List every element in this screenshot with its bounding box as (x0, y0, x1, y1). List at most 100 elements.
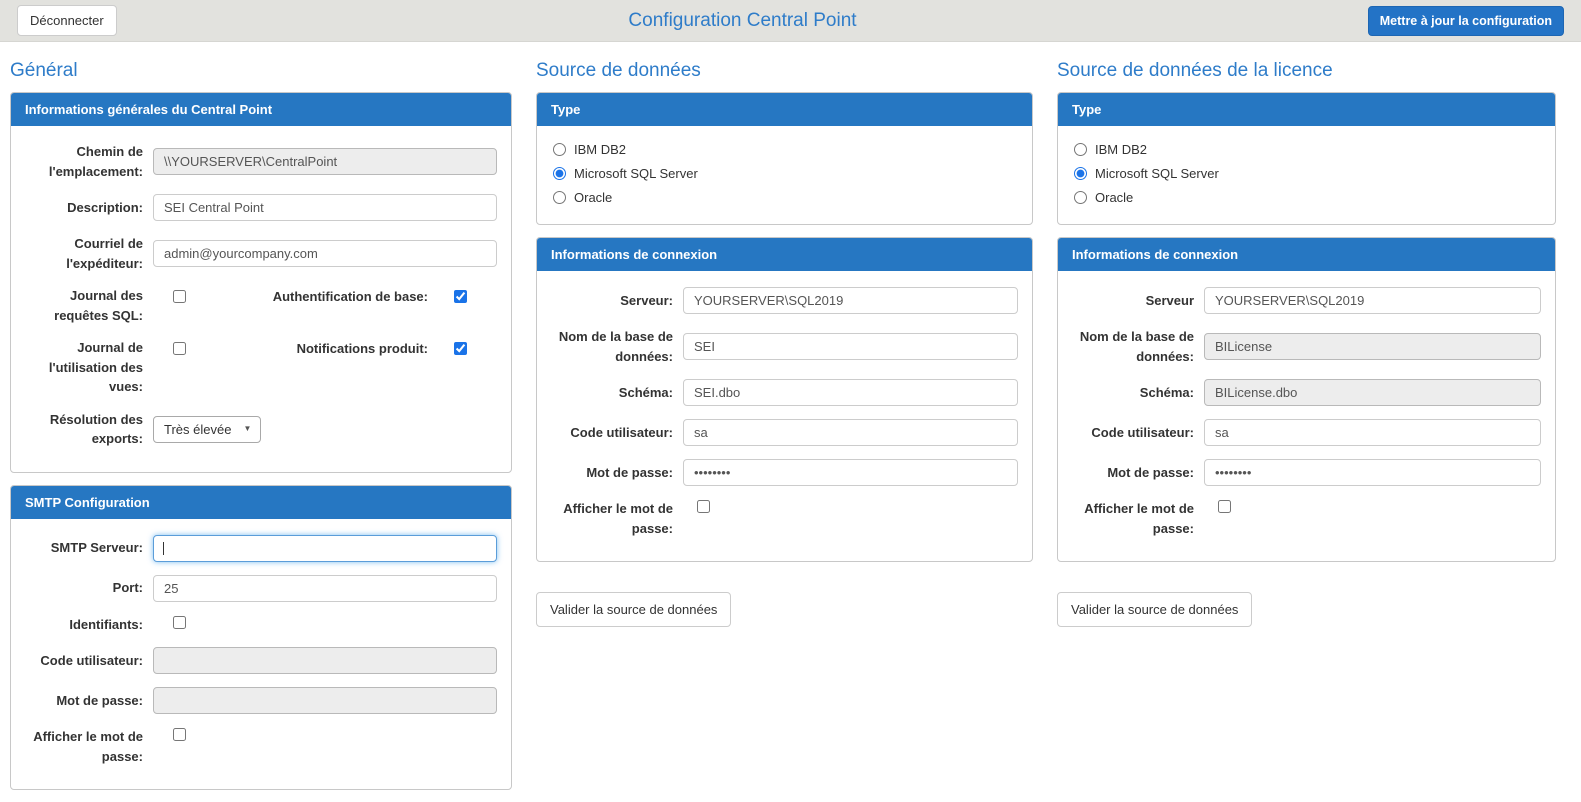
top-bar: Déconnecter Configuration Central Point … (0, 0, 1581, 42)
path-input (153, 148, 497, 175)
datasource-type-panel-title: Type (537, 93, 1032, 126)
sender-email-input[interactable] (153, 240, 497, 267)
license-mssql-label: Microsoft SQL Server (1095, 166, 1219, 181)
smtp-server-input[interactable] (153, 535, 497, 562)
license-type-option-ibmdb2[interactable]: IBM DB2 (1074, 142, 1541, 157)
general-heading: Général (10, 60, 512, 82)
smtp-password-row: Mot de passe: (25, 687, 497, 714)
sender-email-row: Courriel de l'expéditeur: (25, 234, 497, 273)
lic-show-password-checkbox[interactable] (1218, 500, 1231, 513)
general-column: Général Informations générales du Centra… (10, 58, 512, 802)
smtp-credentials-checkbox[interactable] (173, 616, 186, 629)
export-resolution-value: Très élevée (164, 422, 231, 437)
datasource-type-panel: Type IBM DB2 Microsoft SQL Server Oracle (536, 92, 1033, 225)
smtp-credentials-label: Identifiants: (25, 615, 143, 635)
ds-database-label: Nom de la base de données: (551, 327, 673, 366)
smtp-user-row: Code utilisateur: (25, 647, 497, 674)
lic-schema-input (1204, 379, 1541, 406)
sql-log-row: Journal des requêtes SQL: Authentificati… (25, 286, 497, 325)
smtp-user-input (153, 647, 497, 674)
page-title: Configuration Central Point (628, 10, 856, 32)
smtp-user-label: Code utilisateur: (25, 651, 143, 671)
datasource-mssql-radio[interactable] (553, 167, 566, 180)
ds-password-row: Mot de passe: (551, 459, 1018, 486)
description-row: Description: (25, 194, 497, 221)
ds-show-password-row: Afficher le mot de passe: (551, 499, 1018, 538)
datasource-ibmdb2-radio[interactable] (553, 143, 566, 156)
license-mssql-radio[interactable] (1074, 167, 1087, 180)
license-type-panel: Type IBM DB2 Microsoft SQL Server Oracle (1057, 92, 1556, 225)
views-log-checkbox[interactable] (173, 342, 186, 355)
datasource-mssql-label: Microsoft SQL Server (574, 166, 698, 181)
product-notifications-checkbox[interactable] (454, 342, 467, 355)
smtp-show-password-checkbox[interactable] (173, 728, 186, 741)
license-ibmdb2-radio[interactable] (1074, 143, 1087, 156)
ds-server-input[interactable] (683, 287, 1018, 314)
license-oracle-radio[interactable] (1074, 191, 1087, 204)
ds-schema-label: Schéma: (551, 383, 673, 403)
lic-database-label: Nom de la base de données: (1072, 327, 1194, 366)
ds-show-password-checkbox[interactable] (697, 500, 710, 513)
datasource-connection-panel-title: Informations de connexion (537, 238, 1032, 271)
lic-show-password-row: Afficher le mot de passe: (1072, 499, 1541, 538)
description-label: Description: (25, 198, 143, 218)
datasource-type-option-mssql[interactable]: Microsoft SQL Server (553, 166, 1018, 181)
license-datasource-heading: Source de données de la licence (1057, 60, 1556, 82)
lic-password-label: Mot de passe: (1072, 463, 1194, 483)
datasource-type-option-ibmdb2[interactable]: IBM DB2 (553, 142, 1018, 157)
lic-user-label: Code utilisateur: (1072, 423, 1194, 443)
smtp-server-label: SMTP Serveur: (25, 538, 143, 558)
product-notifications-label: Notifications produit: (228, 339, 428, 359)
ds-password-input[interactable] (683, 459, 1018, 486)
smtp-password-label: Mot de passe: (25, 691, 143, 711)
description-input[interactable] (153, 194, 497, 221)
ds-schema-row: Schéma: (551, 379, 1018, 406)
logout-button[interactable]: Déconnecter (17, 5, 117, 36)
lic-validate-button[interactable]: Valider la source de données (1057, 592, 1252, 627)
export-resolution-select[interactable]: Très élevée ▼ (153, 416, 261, 443)
datasource-type-option-oracle[interactable]: Oracle (553, 190, 1018, 205)
smtp-show-password-label: Afficher le mot de passe: (25, 727, 143, 766)
sender-email-label: Courriel de l'expéditeur: (25, 234, 143, 273)
datasource-heading: Source de données (536, 60, 1033, 82)
datasource-connection-panel: Informations de connexion Serveur: Nom d… (536, 237, 1033, 562)
ds-server-row: Serveur: (551, 287, 1018, 314)
smtp-panel-title: SMTP Configuration (11, 486, 511, 519)
datasource-ibmdb2-label: IBM DB2 (574, 142, 626, 157)
license-type-option-oracle[interactable]: Oracle (1074, 190, 1541, 205)
license-ibmdb2-label: IBM DB2 (1095, 142, 1147, 157)
sql-log-checkbox[interactable] (173, 290, 186, 303)
smtp-server-row: SMTP Serveur: (25, 535, 497, 562)
lic-user-input[interactable] (1204, 419, 1541, 446)
sql-log-label: Journal des requêtes SQL: (25, 286, 143, 325)
lic-database-input (1204, 333, 1541, 360)
ds-user-input[interactable] (683, 419, 1018, 446)
update-configuration-button[interactable]: Mettre à jour la configuration (1368, 6, 1564, 36)
basic-auth-label: Authentification de base: (228, 287, 428, 307)
path-row: Chemin de l'emplacement: (25, 142, 497, 181)
license-connection-panel: Informations de connexion Serveur Nom de… (1057, 237, 1556, 562)
smtp-password-input (153, 687, 497, 714)
path-label: Chemin de l'emplacement: (25, 142, 143, 181)
license-type-panel-title: Type (1058, 93, 1555, 126)
basic-auth-checkbox[interactable] (454, 290, 467, 303)
ds-validate-button[interactable]: Valider la source de données (536, 592, 731, 627)
lic-server-input[interactable] (1204, 287, 1541, 314)
license-oracle-label: Oracle (1095, 190, 1133, 205)
views-log-row: Journal de l'utilisation des vues: Notif… (25, 338, 497, 397)
lic-password-input[interactable] (1204, 459, 1541, 486)
lic-show-password-label: Afficher le mot de passe: (1072, 499, 1194, 538)
datasource-oracle-radio[interactable] (553, 191, 566, 204)
smtp-credentials-row: Identifiants: (25, 615, 497, 635)
ds-schema-input[interactable] (683, 379, 1018, 406)
license-datasource-column: Source de données de la licence Type IBM… (1057, 58, 1556, 627)
smtp-port-input[interactable] (153, 575, 497, 602)
general-info-panel: Informations générales du Central Point … (10, 92, 512, 473)
lic-server-row: Serveur (1072, 287, 1541, 314)
license-connection-panel-title: Informations de connexion (1058, 238, 1555, 271)
license-type-option-mssql[interactable]: Microsoft SQL Server (1074, 166, 1541, 181)
ds-server-label: Serveur: (551, 291, 673, 311)
lic-database-row: Nom de la base de données: (1072, 327, 1541, 366)
ds-database-input[interactable] (683, 333, 1018, 360)
smtp-panel: SMTP Configuration SMTP Serveur: Port: I… (10, 485, 512, 791)
